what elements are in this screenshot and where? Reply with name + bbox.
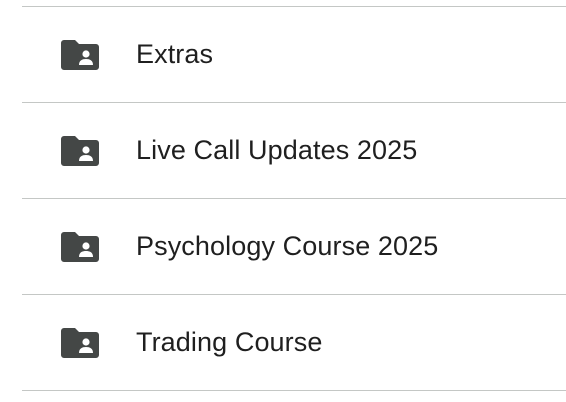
folder-name: Psychology Course 2025	[136, 231, 439, 261]
divider	[22, 390, 566, 391]
folder-name: Live Call Updates 2025	[136, 135, 418, 165]
folder-row-trading-course[interactable]: Trading Course	[22, 295, 566, 390]
folder-name: Trading Course	[136, 327, 323, 357]
folder-row-extras[interactable]: Extras	[22, 7, 566, 102]
shared-folder-icon	[61, 232, 99, 262]
folder-name: Extras	[136, 39, 214, 69]
shared-folder-icon	[61, 40, 99, 70]
shared-folder-icon	[61, 328, 99, 358]
folder-row-psychology-course-2025[interactable]: Psychology Course 2025	[22, 199, 566, 294]
folder-list: Extras Live Call Updates 2025 Psychology…	[0, 0, 566, 402]
folder-row-live-call-updates-2025[interactable]: Live Call Updates 2025	[22, 103, 566, 198]
shared-folder-icon	[61, 136, 99, 166]
